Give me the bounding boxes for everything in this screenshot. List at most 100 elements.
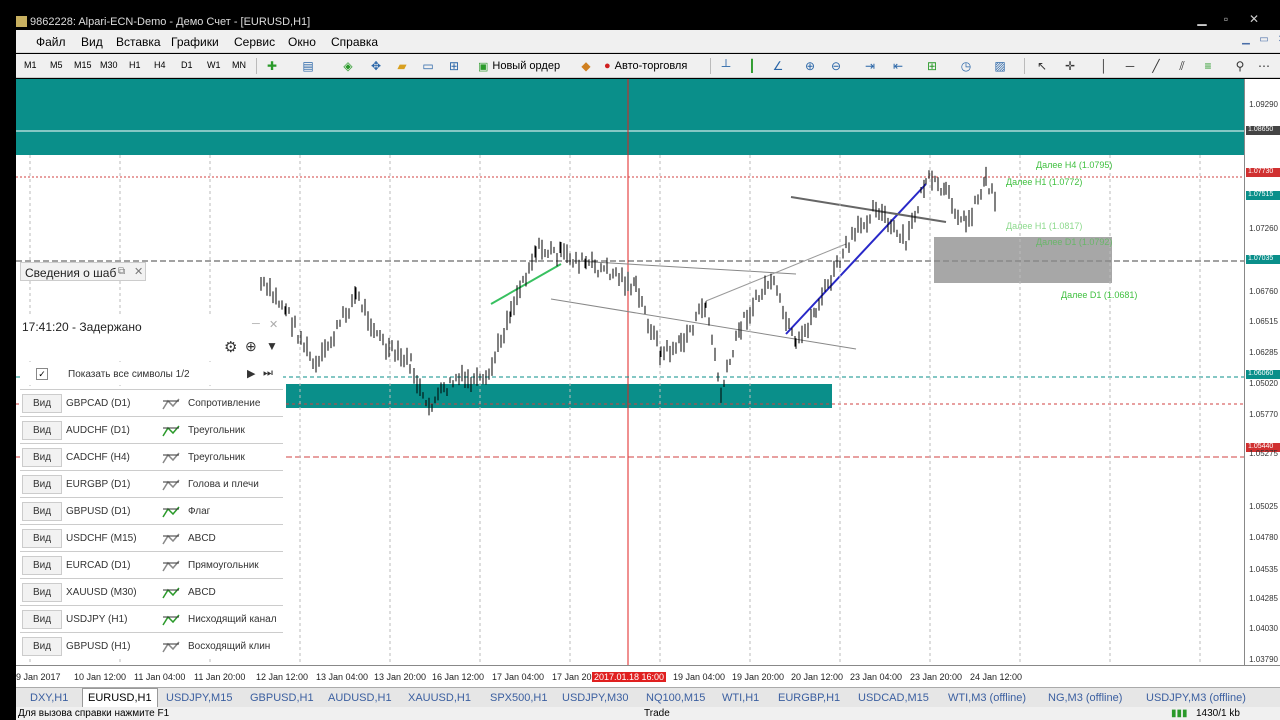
chart-tab[interactable]: USDJPY,M15 (166, 690, 232, 708)
more-tools-icon[interactable]: ⋯ (1256, 58, 1272, 74)
timeframe-button[interactable]: M30 (100, 60, 118, 70)
price-tick-label: 1.06760 (1249, 287, 1278, 296)
zoom-in-icon[interactable]: ⊕ (802, 58, 818, 74)
pattern-row: Вид GBPCAD (D1) Сопротивление (20, 389, 283, 416)
timeframe-button[interactable]: D1 (181, 60, 193, 70)
market-watch-icon[interactable]: ◈ (340, 58, 356, 74)
view-button[interactable]: Вид (22, 421, 62, 440)
trendline-icon[interactable]: ╱ (1148, 58, 1164, 74)
horizontal-line-icon[interactable]: ─ (1122, 58, 1138, 74)
settings-gear-icon[interactable]: ⚙ (224, 338, 237, 356)
chart-tab[interactable]: EURUSD,H1 (82, 688, 158, 708)
folder-icon[interactable]: ▰ (394, 58, 410, 74)
next-page-icon[interactable]: ▶ (247, 367, 255, 380)
templates-icon[interactable]: ▨ (992, 58, 1008, 74)
chart-tab[interactable]: USDJPY,M3 (offline) (1146, 690, 1246, 708)
menu-item[interactable]: Файл (36, 35, 66, 49)
menu-item[interactable]: Окно (288, 35, 316, 49)
pattern-row: Вид GBPUSD (D1) Флаг (20, 497, 283, 524)
view-button[interactable]: Вид (22, 475, 62, 494)
pattern-row: Вид AUDCHF (D1) Треугольник (20, 416, 283, 443)
menu-item[interactable]: Вид (81, 35, 103, 49)
periods-icon[interactable]: ◷ (958, 58, 974, 74)
view-button[interactable]: Вид (22, 556, 62, 575)
chart-tab[interactable]: DXY,H1 (30, 690, 68, 708)
chart-tab[interactable]: USDJPY,M30 (562, 690, 628, 708)
chart-tab[interactable]: GBPUSD,H1 (250, 690, 314, 708)
minimize-icon[interactable]: ▁ (1192, 12, 1212, 30)
close-icon[interactable]: ✕ (1244, 12, 1264, 30)
pattern-row: Вид USDCHF (M15) ABCD (20, 524, 283, 551)
view-button[interactable]: Вид (22, 502, 62, 521)
mdi-minimize-icon[interactable]: ▁ (1238, 34, 1254, 48)
timeframe-button[interactable]: M5 (50, 60, 63, 70)
chart-tab[interactable]: WTI,H1 (722, 690, 759, 708)
menu-item[interactable]: Графики (171, 35, 219, 49)
cursor-icon[interactable]: ↖ (1034, 58, 1050, 74)
view-button[interactable]: Вид (22, 394, 62, 413)
close-icon[interactable]: ✕ (134, 265, 143, 278)
pattern-symbol: CADCHF (H4) (66, 452, 130, 463)
autoscroll-icon[interactable]: ⇥ (862, 58, 878, 74)
restore-icon[interactable]: ⧉ (118, 266, 125, 277)
mdi-close-icon[interactable]: ✕ (1274, 34, 1280, 48)
panel-minimize-icon[interactable]: ─ (252, 318, 260, 330)
new-chart-icon[interactable]: ✚ (264, 58, 280, 74)
view-button[interactable]: Вид (22, 529, 62, 548)
indicators-icon[interactable]: ⊞ (924, 58, 940, 74)
tester-icon[interactable]: ⊞ (446, 58, 462, 74)
last-page-icon[interactable]: ⏭ (263, 367, 273, 380)
pattern-thumbnail-icon (162, 452, 180, 464)
timeframe-button[interactable]: H1 (129, 60, 141, 70)
mdi-restore-icon[interactable]: ▭ (1256, 34, 1272, 48)
timeframe-button[interactable]: M15 (74, 60, 92, 70)
filter-icon[interactable]: ▼ (266, 339, 278, 353)
chart-tab[interactable]: SPX500,H1 (490, 690, 547, 708)
view-button[interactable]: Вид (22, 448, 62, 467)
navigator-icon[interactable]: ✥ (368, 58, 384, 74)
profiles-icon[interactable]: ▤ (300, 58, 316, 74)
new-order-button[interactable]: ▣ Новый ордер (478, 57, 560, 75)
timeframe-button[interactable]: MN (232, 60, 246, 70)
chart-tab[interactable]: AUDUSD,H1 (328, 690, 392, 708)
pattern-name: Голова и плечи (188, 479, 259, 490)
crosshair-icon[interactable]: ✛ (1062, 58, 1078, 74)
price-tick-label: 1.06515 (1249, 317, 1278, 326)
menu-item[interactable]: Вставка (116, 35, 161, 49)
globe-icon[interactable]: ⊕ (245, 338, 257, 355)
pattern-panel-header: 17:41:20 - Задержано ─ ✕ (20, 316, 283, 336)
view-button[interactable]: Вид (22, 610, 62, 629)
terminal-icon[interactable]: ▭ (420, 58, 436, 74)
pattern-symbol: AUDCHF (D1) (66, 425, 130, 436)
timeframe-button[interactable]: W1 (207, 60, 221, 70)
metaeditor-icon[interactable]: ◆ (578, 58, 594, 74)
line-chart-icon[interactable]: ∠ (770, 58, 786, 74)
menu-item[interactable]: Справка (331, 35, 378, 49)
chart-tab[interactable]: XAUUSD,H1 (408, 690, 471, 708)
fibonacci-icon[interactable]: ≡ (1200, 58, 1216, 74)
price-tick-label: 1.07260 (1249, 224, 1278, 233)
zoom-out-icon[interactable]: ⊖ (828, 58, 844, 74)
chart-tab[interactable]: EURGBP,H1 (778, 690, 840, 708)
bar-chart-icon[interactable]: ┴ (718, 58, 734, 74)
chart-tab[interactable]: WTI,M3 (offline) (948, 690, 1026, 708)
chart-tab[interactable]: USDCAD,M15 (858, 690, 929, 708)
template-info-window[interactable]: Сведения о шаб ⧉ ✕ (20, 262, 146, 281)
channel-icon[interactable]: ⫽ (1174, 58, 1190, 74)
show-all-checkbox[interactable]: ✓ (36, 368, 48, 380)
menu-item[interactable]: Сервис (234, 35, 275, 49)
timeframe-button[interactable]: H4 (154, 60, 166, 70)
view-button[interactable]: Вид (22, 637, 62, 656)
candlestick-icon[interactable]: ┃ (744, 58, 760, 74)
toolbar-separator (256, 58, 257, 74)
chart-tab[interactable]: NG,M3 (offline) (1048, 690, 1122, 708)
search-icon[interactable]: ⚲ (1232, 58, 1248, 74)
auto-trading-button[interactable]: ● Авто-торговля (604, 57, 687, 75)
view-button[interactable]: Вид (22, 583, 62, 602)
vertical-line-icon[interactable]: │ (1096, 58, 1112, 74)
panel-close-icon[interactable]: ✕ (269, 318, 278, 331)
chart-shift-icon[interactable]: ⇤ (890, 58, 906, 74)
chart-tab[interactable]: NQ100,M15 (646, 690, 705, 708)
timeframe-button[interactable]: M1 (24, 60, 37, 70)
maximize-icon[interactable]: ▫ (1216, 12, 1236, 30)
